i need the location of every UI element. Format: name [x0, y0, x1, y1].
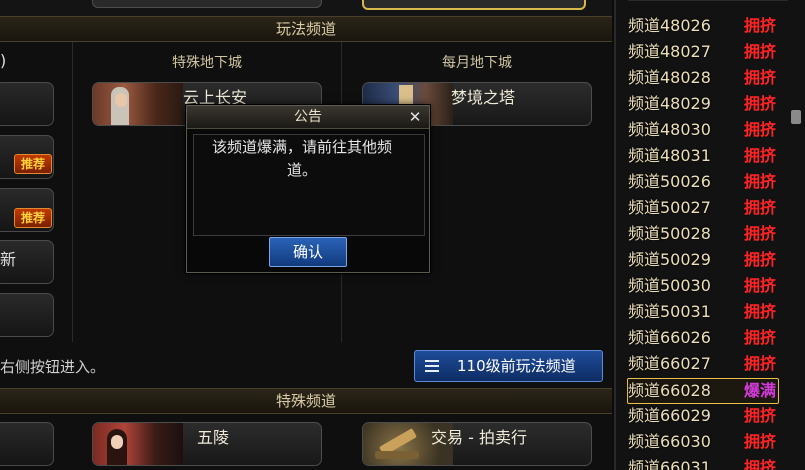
- channel-status: 拥挤: [744, 42, 777, 61]
- channel-status: 拥挤: [744, 354, 777, 373]
- channel-row[interactable]: 频道50026 拥挤: [628, 170, 788, 194]
- recommend-badge: 推荐: [14, 154, 52, 174]
- channel-row[interactable]: 频道66030 拥挤: [628, 430, 788, 454]
- channel-row[interactable]: 频道50031 拥挤: [628, 300, 788, 324]
- channel-name: 频道50030: [628, 276, 711, 295]
- hint-text: 右侧按钮进入。: [0, 358, 106, 376]
- channel-name: 频道50028: [628, 224, 711, 243]
- channel-status: 拥挤: [744, 328, 777, 347]
- channel-category-button[interactable]: [0, 422, 54, 466]
- channel-row[interactable]: 频道50027 拥挤: [628, 196, 788, 220]
- channel-status: 拥挤: [744, 68, 777, 87]
- channel-name: 频道48030: [628, 120, 711, 139]
- channel-status: 拥挤: [744, 172, 777, 191]
- channel-status: 拥挤: [744, 276, 777, 295]
- dungeon-portrait: [93, 83, 183, 125]
- channel-row[interactable]: 频道48026 拥挤: [628, 14, 788, 38]
- special-channel-button-wuling[interactable]: 五陵: [92, 422, 322, 466]
- channel-status: 爆满: [744, 381, 777, 400]
- column-divider: [72, 42, 73, 342]
- section-header-special: 特殊频道: [0, 388, 612, 414]
- channel-name: 频道48031: [628, 146, 711, 165]
- pre-110-channels-button[interactable]: 110级前玩法频道: [414, 350, 603, 382]
- channel-name: 频道50031: [628, 302, 711, 321]
- channel-name: 频道66029: [628, 406, 711, 425]
- section-header-play: 玩法频道: [0, 16, 612, 42]
- channel-list: 频道48026 拥挤 频道48027 拥挤 频道48028 拥挤 频道48029 拥挤 频道48…: [614, 0, 805, 470]
- channel-row[interactable]: 频道48031 拥挤: [628, 144, 788, 168]
- channel-row[interactable]: 频道66029 拥挤: [628, 404, 788, 428]
- channel-status: 拥挤: [744, 224, 777, 243]
- channel-name: 频道48027: [628, 42, 711, 61]
- channel-label: 交易 - 拍卖行: [431, 428, 527, 447]
- channel-row[interactable]: 频道48028 拥挤: [628, 66, 788, 90]
- channel-row[interactable]: 频道50029 拥挤: [628, 248, 788, 272]
- dialog-title: 公告: [187, 106, 429, 129]
- channel-status: 拥挤: [744, 94, 777, 113]
- channel-status: 拥挤: [744, 120, 777, 139]
- channel-row[interactable]: 频道66027 拥挤: [628, 352, 788, 376]
- scrollbar-thumb[interactable]: [791, 110, 801, 124]
- channel-portrait: [93, 423, 183, 465]
- top-card-fragment-selected: [362, 0, 586, 10]
- channel-row[interactable]: 频道50030 拥挤: [628, 274, 788, 298]
- channel-name: 频道50026: [628, 172, 711, 191]
- channel-category-button[interactable]: [0, 293, 54, 337]
- column-header-monthly-dungeon: 每月地下城: [442, 55, 512, 71]
- channel-status: 拥挤: [744, 198, 777, 217]
- channel-status: 拥挤: [744, 302, 777, 321]
- channel-category-label: 新: [0, 250, 17, 269]
- channel-status: 拥挤: [744, 432, 777, 451]
- column-header-fragment: ): [0, 51, 7, 70]
- channel-name: 频道66031: [628, 458, 711, 470]
- channel-status: 拥挤: [744, 458, 777, 470]
- channel-category-button[interactable]: [0, 82, 54, 126]
- channel-row[interactable]: 频道50028 拥挤: [628, 222, 788, 246]
- channel-name: 频道66027: [628, 354, 711, 373]
- pre-110-channels-label: 110级前玩法频道: [457, 357, 576, 375]
- dialog-message: 该频道爆满，请前往其他频道。: [211, 138, 392, 179]
- channel-name: 频道48029: [628, 94, 711, 113]
- channel-row[interactable]: 频道48029 拥挤: [628, 92, 788, 116]
- channel-name: 频道50027: [628, 198, 711, 217]
- channel-row[interactable]: 频道66026 拥挤: [628, 326, 788, 350]
- channel-row[interactable]: 频道48030 拥挤: [628, 118, 788, 142]
- confirm-button[interactable]: 确认: [269, 237, 347, 267]
- menu-icon: [425, 360, 439, 372]
- channel-row[interactable]: 频道48027 拥挤: [628, 40, 788, 64]
- top-card-fragment: [92, 0, 322, 8]
- channel-name: 频道66030: [628, 432, 711, 451]
- close-icon[interactable]: ✕: [406, 107, 424, 127]
- notice-dialog: 公告 ✕ 该频道爆满，请前往其他频道。 确认: [186, 105, 430, 273]
- channel-status: 拥挤: [744, 250, 777, 269]
- channel-name: 频道48026: [628, 16, 711, 35]
- recommend-badge: 推荐: [14, 208, 52, 228]
- channel-row[interactable]: 频道66031 拥挤: [628, 456, 788, 470]
- channel-name: 频道66028: [628, 381, 711, 400]
- special-channel-button-trade[interactable]: 交易 - 拍卖行: [362, 422, 592, 466]
- channel-name: 频道48028: [628, 68, 711, 87]
- channel-status: 拥挤: [744, 16, 777, 35]
- dungeon-label: 梦境之塔: [451, 88, 516, 107]
- channel-name: 频道66026: [628, 328, 711, 347]
- channel-status: 拥挤: [744, 406, 777, 425]
- column-header-special-dungeon: 特殊地下城: [172, 55, 242, 71]
- channel-status: 拥挤: [744, 146, 777, 165]
- channel-label: 五陵: [197, 428, 230, 447]
- channel-name: 频道50029: [628, 250, 711, 269]
- list-top-fragment: [628, 0, 788, 1]
- channel-row-selected[interactable]: 频道66028 爆满: [627, 378, 779, 404]
